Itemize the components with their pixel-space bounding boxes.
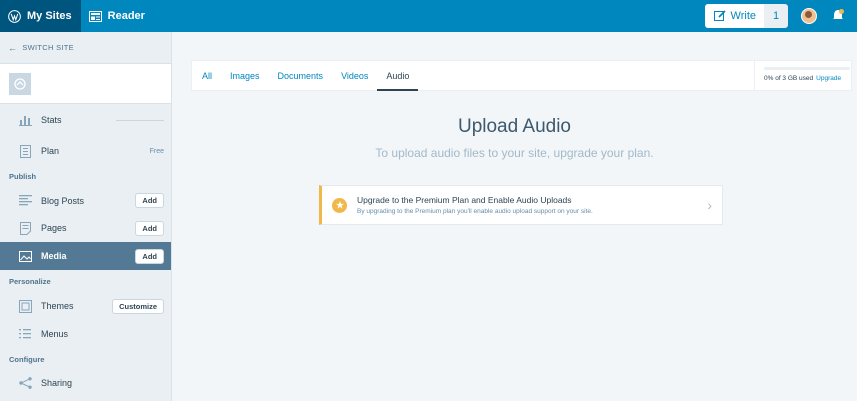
write-label: Write	[730, 10, 756, 22]
section-header-configure: Configure	[9, 354, 45, 364]
add-media-button[interactable]: Add	[135, 248, 164, 264]
sidebar-item-themes[interactable]: Themes Customize	[0, 292, 171, 320]
pencil-icon	[713, 10, 726, 21]
sidebar-item-label: Sharing	[41, 378, 73, 388]
sidebar-item-label: Stats	[41, 115, 62, 125]
sidebar-item-label: Menus	[41, 329, 69, 339]
tab-documents[interactable]: Documents	[269, 61, 333, 90]
sidebar-item-label: Pages	[41, 223, 67, 233]
share-icon	[18, 376, 32, 390]
plan-icon	[18, 144, 32, 158]
media-filter-tabs: All Images Documents Videos Audio 0% of …	[191, 60, 852, 91]
storage-bar	[764, 67, 850, 70]
stats-sparkline	[116, 119, 164, 121]
sidebar-item-menus[interactable]: Menus	[0, 320, 171, 348]
masterbar-right: Write 1	[704, 0, 857, 32]
sidebar-item-label: Media	[41, 251, 67, 261]
nudge-text: Upgrade to the Premium Plan and Enable A…	[357, 195, 593, 215]
sidebar: ← SWITCH SITE Stats Plan Free Publish Bl…	[0, 32, 172, 401]
nudge-description: By upgrading to the Premium plan you'll …	[357, 208, 593, 215]
posts-icon	[18, 194, 32, 208]
switch-site-label: SWITCH SITE	[22, 43, 74, 52]
avatar[interactable]	[801, 8, 817, 24]
site-card[interactable]	[0, 64, 171, 104]
themes-icon	[18, 299, 32, 313]
notifications-icon[interactable]	[832, 9, 845, 23]
back-arrow-icon: ←	[8, 42, 18, 53]
masterbar: My Sites Reader Write 1	[0, 0, 857, 32]
sidebar-item-blog-posts[interactable]: Blog Posts Add	[0, 187, 171, 214]
add-page-button[interactable]: Add	[135, 220, 164, 236]
tab-all[interactable]: All	[192, 61, 221, 90]
sidebar-item-label: Themes	[41, 301, 74, 311]
plan-badge: Free	[149, 147, 164, 155]
reader-icon	[88, 10, 102, 22]
pages-icon	[18, 221, 32, 235]
sidebar-item-label: Blog Posts	[41, 195, 85, 206]
sidebar-item-label: Plan	[41, 146, 60, 156]
nudge-title: Upgrade to the Premium Plan and Enable A…	[357, 195, 572, 205]
page-subtitle: To upload audio files to your site, upgr…	[375, 146, 654, 160]
main-content: All Images Documents Videos Audio 0% of …	[172, 32, 857, 401]
media-icon	[18, 249, 32, 263]
star-icon	[332, 197, 347, 213]
tab-images[interactable]: Images	[221, 61, 269, 90]
tab-videos[interactable]: Videos	[332, 61, 377, 90]
section-header-publish: Publish	[9, 172, 37, 181]
menus-icon	[18, 327, 32, 341]
write-button[interactable]: Write	[704, 4, 764, 28]
sidebar-item-sharing[interactable]: Sharing	[0, 370, 171, 396]
stats-icon	[18, 113, 32, 127]
chevron-right-icon: ›	[707, 197, 712, 213]
add-blog-post-button[interactable]: Add	[135, 193, 164, 208]
page-title: Upload Audio	[457, 116, 572, 137]
drafts-count[interactable]: 1	[764, 4, 788, 28]
storage-used-label: 0% of 3 GB used	[764, 75, 814, 82]
reader-label: Reader	[107, 10, 145, 22]
my-sites-button[interactable]: My Sites	[0, 0, 81, 32]
site-icon	[9, 72, 31, 95]
storage-upgrade-link[interactable]: Upgrade	[816, 75, 841, 82]
sidebar-item-plan[interactable]: Plan Free	[0, 136, 171, 166]
sidebar-item-pages[interactable]: Pages Add	[0, 214, 171, 242]
customize-button[interactable]: Customize	[112, 298, 164, 314]
reader-button[interactable]: Reader	[81, 0, 154, 32]
storage-usage: 0% of 3 GB used Upgrade	[754, 61, 851, 90]
section-header-personalize: Personalize	[9, 276, 51, 286]
tab-audio[interactable]: Audio	[377, 61, 419, 91]
sidebar-item-media[interactable]: Media Add	[0, 242, 171, 270]
sidebar-item-stats[interactable]: Stats	[0, 104, 171, 136]
upgrade-nudge-card[interactable]: Upgrade to the Premium Plan and Enable A…	[319, 185, 723, 225]
storage-text: 0% of 3 GB used Upgrade	[764, 75, 851, 82]
my-sites-label: My Sites	[27, 10, 72, 22]
wordpress-icon	[8, 9, 21, 23]
switch-site-link[interactable]: ← SWITCH SITE	[0, 32, 171, 64]
